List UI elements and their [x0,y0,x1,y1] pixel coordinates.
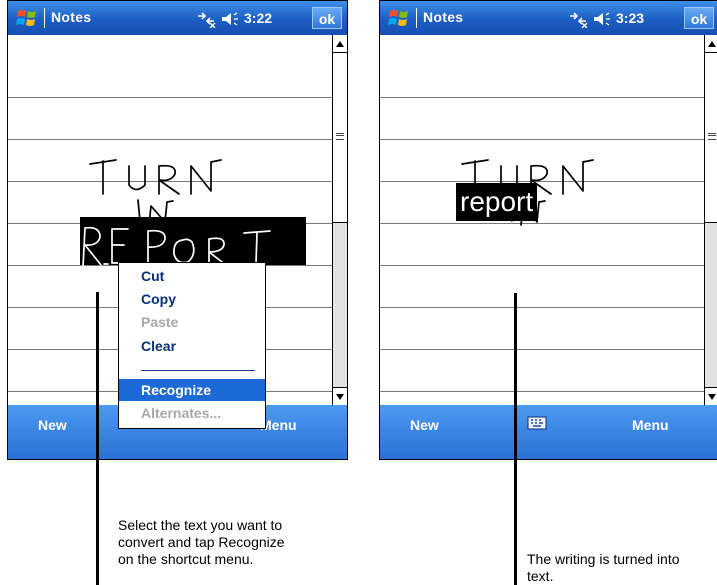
connectivity-icon[interactable] [196,10,216,28]
ok-button[interactable]: ok [684,7,714,29]
title-bar: Notes 3:23 ok [380,1,717,35]
chevron-down-icon [708,394,716,400]
scroll-down-arrow[interactable] [705,387,717,405]
menu-button[interactable]: Menu [632,417,669,433]
keyboard-icon[interactable] [527,415,547,431]
menu-item-alternates[interactable]: Alternates... [119,402,265,424]
chevron-down-icon [336,394,344,400]
caption-select-text: Select the text you want to convert and … [118,517,285,567]
vertical-scrollbar[interactable] [704,35,717,405]
speaker-icon[interactable] [592,10,612,28]
title-bar: Notes 3:22 ok [8,1,347,35]
vertical-scrollbar[interactable] [332,35,347,405]
pocketpc-screen-after: Notes 3:23 ok report New Menu [379,0,717,460]
callout-pointer-line [96,292,99,585]
speaker-icon[interactable] [220,10,240,28]
connectivity-icon[interactable] [568,10,588,28]
app-title: Notes [423,9,464,25]
title-divider [416,8,417,28]
pocketpc-screen-before: Notes 3:22 ok New Menu Cut Copy Paste Cl… [7,0,348,460]
app-title: Notes [51,9,92,25]
clock[interactable]: 3:23 [616,10,644,26]
recognized-text[interactable]: report [456,183,538,221]
menu-item-paste[interactable]: Paste [119,311,265,333]
scroll-thumb[interactable] [705,53,717,223]
scroll-thumb[interactable] [333,53,347,223]
title-divider [44,8,45,28]
menu-item-clear[interactable]: Clear [119,335,265,357]
menu-item-copy[interactable]: Copy [119,288,265,310]
scroll-down-arrow[interactable] [333,387,347,405]
chevron-up-icon [708,41,716,47]
menu-separator [141,370,255,371]
grip-icon [336,133,344,140]
menu-item-recognize[interactable]: Recognize [119,379,265,401]
new-button[interactable]: New [410,417,439,433]
menu-item-cut[interactable]: Cut [119,265,265,287]
note-writing-area[interactable]: report [380,35,704,405]
shortcut-menu: Cut Copy Paste Clear Recognize Alternate… [118,262,266,429]
clock[interactable]: 3:22 [244,10,272,26]
chevron-up-icon [336,41,344,47]
menu-bar: New Menu [380,405,717,459]
windows-start-icon[interactable] [387,7,411,29]
windows-start-icon[interactable] [15,7,39,29]
handwritten-ink [461,159,594,226]
grip-icon [708,133,716,140]
scroll-up-arrow[interactable] [705,35,717,53]
callout-pointer-line [514,293,517,585]
new-button[interactable]: New [38,417,67,433]
caption-writing-turned: The writing is turned into text. [527,551,680,584]
ok-button[interactable]: ok [312,7,342,29]
scroll-up-arrow[interactable] [333,35,347,53]
